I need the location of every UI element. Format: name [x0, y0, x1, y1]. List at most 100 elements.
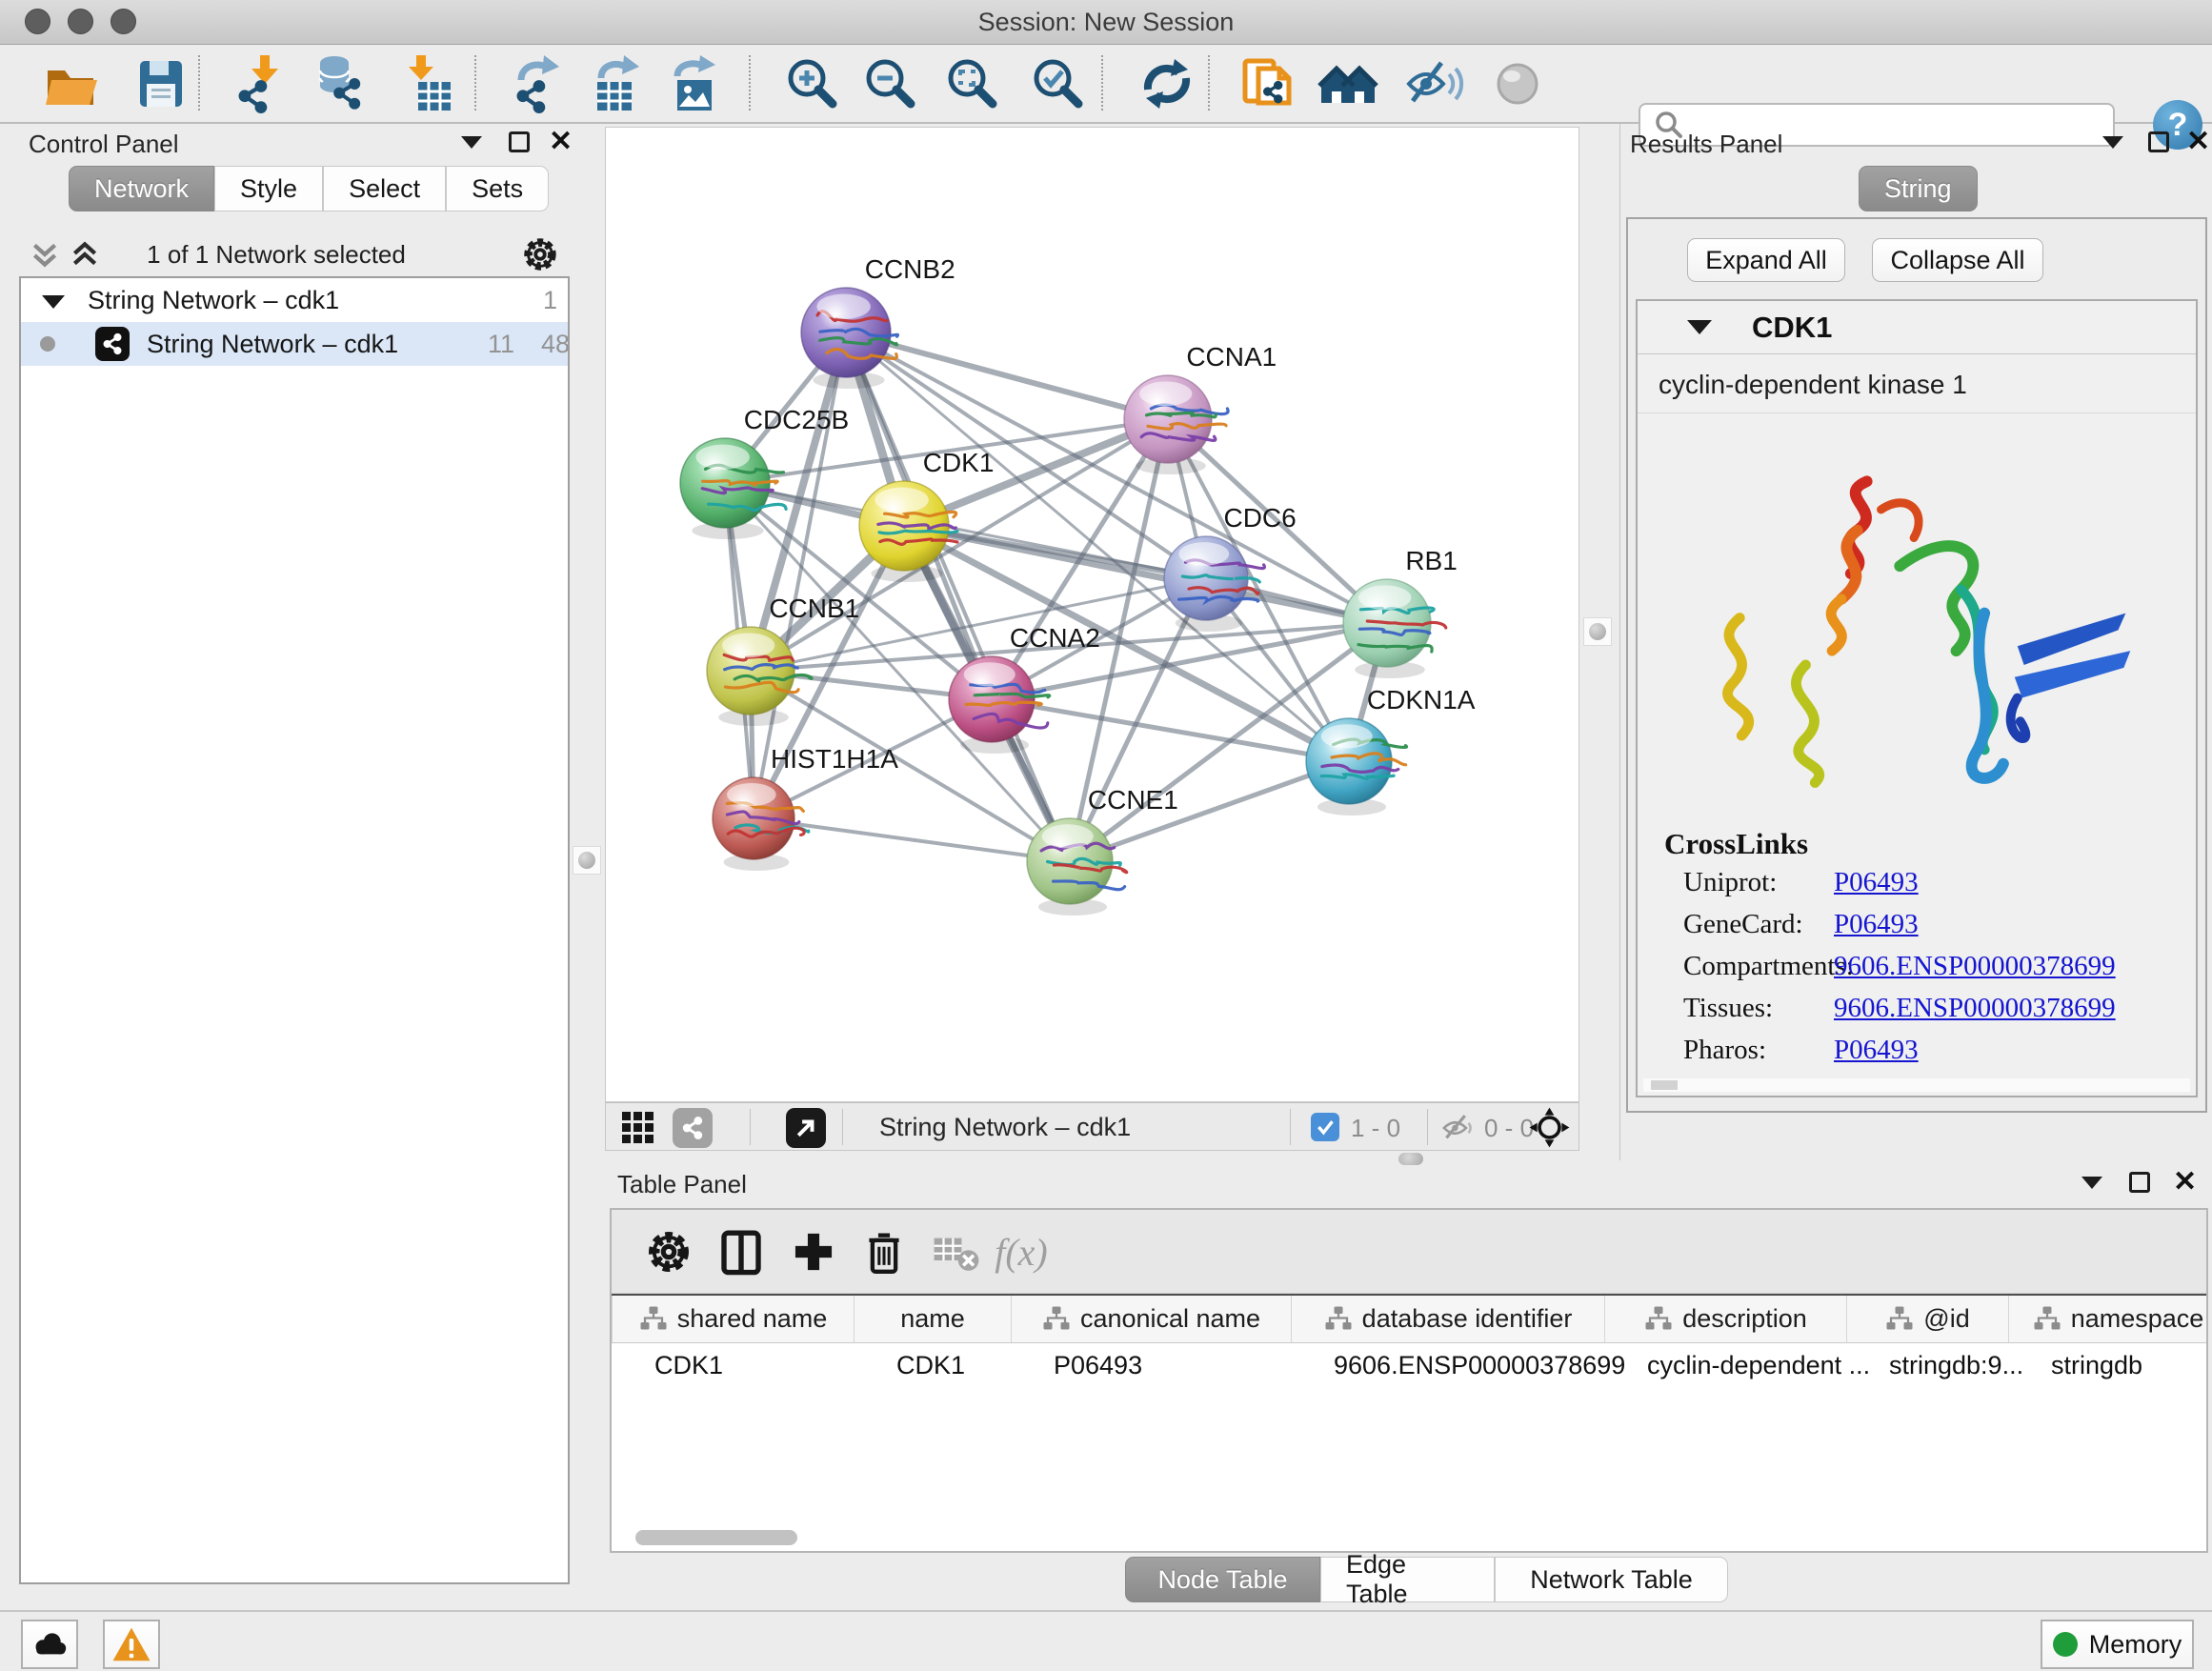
tab-network-table[interactable]: Network Table	[1495, 1557, 1728, 1602]
zoom-selected-button[interactable]	[1027, 52, 1090, 115]
export-image-button[interactable]	[663, 52, 726, 115]
network-node-CCNB2[interactable]: CCNB2	[801, 254, 955, 389]
zoom-in-button[interactable]	[781, 52, 844, 115]
table-cell[interactable]: cyclin-dependent ...	[1628, 1344, 1870, 1387]
crosslink-value-link[interactable]: P06493	[1834, 909, 1919, 940]
cloud-status-button[interactable]	[21, 1620, 78, 1669]
table-cell[interactable]: stringdb:9...	[1870, 1344, 2032, 1387]
control-panel-close-button[interactable]: ✕	[549, 128, 573, 156]
button-label: Expand All	[1705, 246, 1827, 275]
network-node-CCNE1[interactable]: CCNE1	[1027, 785, 1178, 916]
table-cell[interactable]: 9606.ENSP00000378699	[1315, 1344, 1628, 1387]
column-header-name[interactable]: name	[855, 1296, 1012, 1342]
network-canvas[interactable]: CCNB2CCNA1CDC25BCDK1CDC6RB1CCNB1CCNA2CDK…	[605, 127, 1579, 1102]
results-panel-float-button[interactable]	[2148, 128, 2169, 156]
gear-icon[interactable]	[520, 234, 560, 274]
network-node-RB1[interactable]: RB1	[1343, 546, 1458, 678]
results-hscrollbar[interactable]	[1643, 1078, 2190, 1092]
table-cell[interactable]: CDK1	[877, 1344, 1035, 1387]
crosslink-label: Pharos:	[1683, 1035, 1766, 1066]
crosshair-icon[interactable]	[1528, 1106, 1571, 1149]
results-panel-close-button[interactable]: ✕	[2186, 128, 2210, 156]
apply-layout-button[interactable]	[1136, 52, 1198, 115]
column-header-namespace[interactable]: namespace	[2009, 1296, 2212, 1342]
import-network-file-button[interactable]	[231, 52, 293, 115]
table-panel-menu-button[interactable]	[2081, 1168, 2102, 1197]
left-splitter-handle[interactable]	[573, 846, 601, 875]
expander-icon[interactable]	[1687, 320, 1712, 334]
tab-edge-table[interactable]: Edge Table	[1320, 1557, 1495, 1602]
expander-icon[interactable]	[42, 295, 65, 309]
network-node-HIST1H1A[interactable]: HIST1H1A	[713, 744, 898, 871]
share-network-button[interactable]	[1237, 52, 1299, 115]
column-header-description[interactable]: description	[1605, 1296, 1847, 1342]
network-home-button[interactable]	[1317, 52, 1379, 115]
delete-column-button[interactable]	[854, 1221, 915, 1282]
scrollbar-thumb[interactable]	[1651, 1080, 1678, 1090]
columns-icon	[715, 1226, 767, 1278]
grid-view-icon[interactable]	[620, 1110, 656, 1146]
network-row[interactable]: String Network – cdk1 11 48	[21, 322, 568, 366]
control-panel-menu-button[interactable]	[461, 128, 482, 156]
column-header-database-identifier[interactable]: database identifier	[1292, 1296, 1605, 1342]
export-table-button[interactable]	[587, 52, 650, 115]
crosslink-value-link[interactable]: 9606.ENSP00000378699	[1834, 951, 2116, 982]
close-icon: ✕	[2173, 1168, 2197, 1197]
table-hscrollbar-thumb[interactable]	[635, 1530, 797, 1545]
selected-checkbox-icon[interactable]	[1311, 1113, 1339, 1141]
column-header-canonical-name[interactable]: canonical name	[1012, 1296, 1292, 1342]
table-cell[interactable]: P06493	[1035, 1344, 1315, 1387]
add-column-button[interactable]	[783, 1221, 844, 1282]
open-session-button[interactable]	[39, 52, 102, 115]
right-splitter-handle[interactable]	[1583, 617, 1612, 646]
import-network-database-button[interactable]	[309, 52, 372, 115]
export-image-icon	[664, 53, 725, 114]
network-edge[interactable]	[904, 526, 1387, 623]
expand-all-button[interactable]: Expand All	[1687, 238, 1845, 282]
table-panel-float-button[interactable]	[2129, 1168, 2150, 1197]
collapse-all-button[interactable]: Collapse All	[1872, 238, 2043, 282]
memory-button[interactable]: Memory	[2041, 1620, 2194, 1669]
import-table-file-button[interactable]	[394, 52, 457, 115]
table-cell[interactable]: stringdb	[2032, 1344, 2212, 1387]
crosslink-value-link[interactable]: P06493	[1834, 867, 1919, 898]
tab-network[interactable]: Network	[69, 166, 214, 211]
tab-style[interactable]: Style	[214, 166, 323, 211]
tab-sets[interactable]: Sets	[446, 166, 549, 211]
network-edge[interactable]	[751, 578, 1206, 671]
zoom-out-button[interactable]	[859, 52, 922, 115]
table-row[interactable]: CDK1CDK1P064939606.ENSP00000378699cyclin…	[635, 1344, 2212, 1387]
tab-select[interactable]: Select	[323, 166, 446, 211]
zoom-in-icon	[782, 53, 843, 114]
preview-disabled-button	[1488, 52, 1551, 115]
table-panel-close-button[interactable]: ✕	[2173, 1168, 2197, 1197]
network-node-CDC25B[interactable]: CDC25B	[680, 405, 849, 539]
table-settings-button[interactable]	[638, 1221, 699, 1282]
crosslink-value-link[interactable]: 9606.ENSP00000378699	[1834, 993, 2116, 1024]
table-cell[interactable]: CDK1	[635, 1344, 877, 1387]
network-collection-row[interactable]: String Network – cdk1 1	[21, 278, 568, 322]
network-node-CCNA1[interactable]: CCNA1	[1124, 342, 1277, 474]
network-share-view-button[interactable]	[673, 1108, 713, 1148]
network-edge[interactable]	[754, 818, 1070, 861]
protein-card-header[interactable]: CDK1	[1638, 301, 2196, 354]
network-node-CDC6[interactable]: CDC6	[1164, 503, 1297, 632]
column-header-shared-name[interactable]: shared name	[613, 1296, 855, 1342]
column-header--id[interactable]: @id	[1847, 1296, 2009, 1342]
control-panel-float-button[interactable]	[509, 128, 530, 156]
network-node-CDKN1A[interactable]: CDKN1A	[1306, 685, 1476, 815]
tab-node-table[interactable]: Node Table	[1125, 1557, 1320, 1602]
export-network-button[interactable]	[507, 52, 570, 115]
results-panel-menu-button[interactable]	[2102, 128, 2123, 156]
zoom-fit-button[interactable]	[941, 52, 1004, 115]
warnings-button[interactable]	[103, 1620, 160, 1669]
tab-string[interactable]: String	[1859, 166, 1978, 211]
birds-eye-view-button[interactable]	[786, 1108, 826, 1148]
hidden-eye-icon[interactable]	[1440, 1111, 1475, 1145]
show-columns-button[interactable]	[711, 1221, 772, 1282]
network-edge[interactable]	[846, 332, 1168, 419]
crosslink-value-link[interactable]: P06493	[1834, 1035, 1919, 1066]
tab-label: Network	[94, 174, 189, 204]
save-session-button[interactable]	[130, 52, 192, 115]
hide-enhance-button[interactable]	[1402, 52, 1465, 115]
